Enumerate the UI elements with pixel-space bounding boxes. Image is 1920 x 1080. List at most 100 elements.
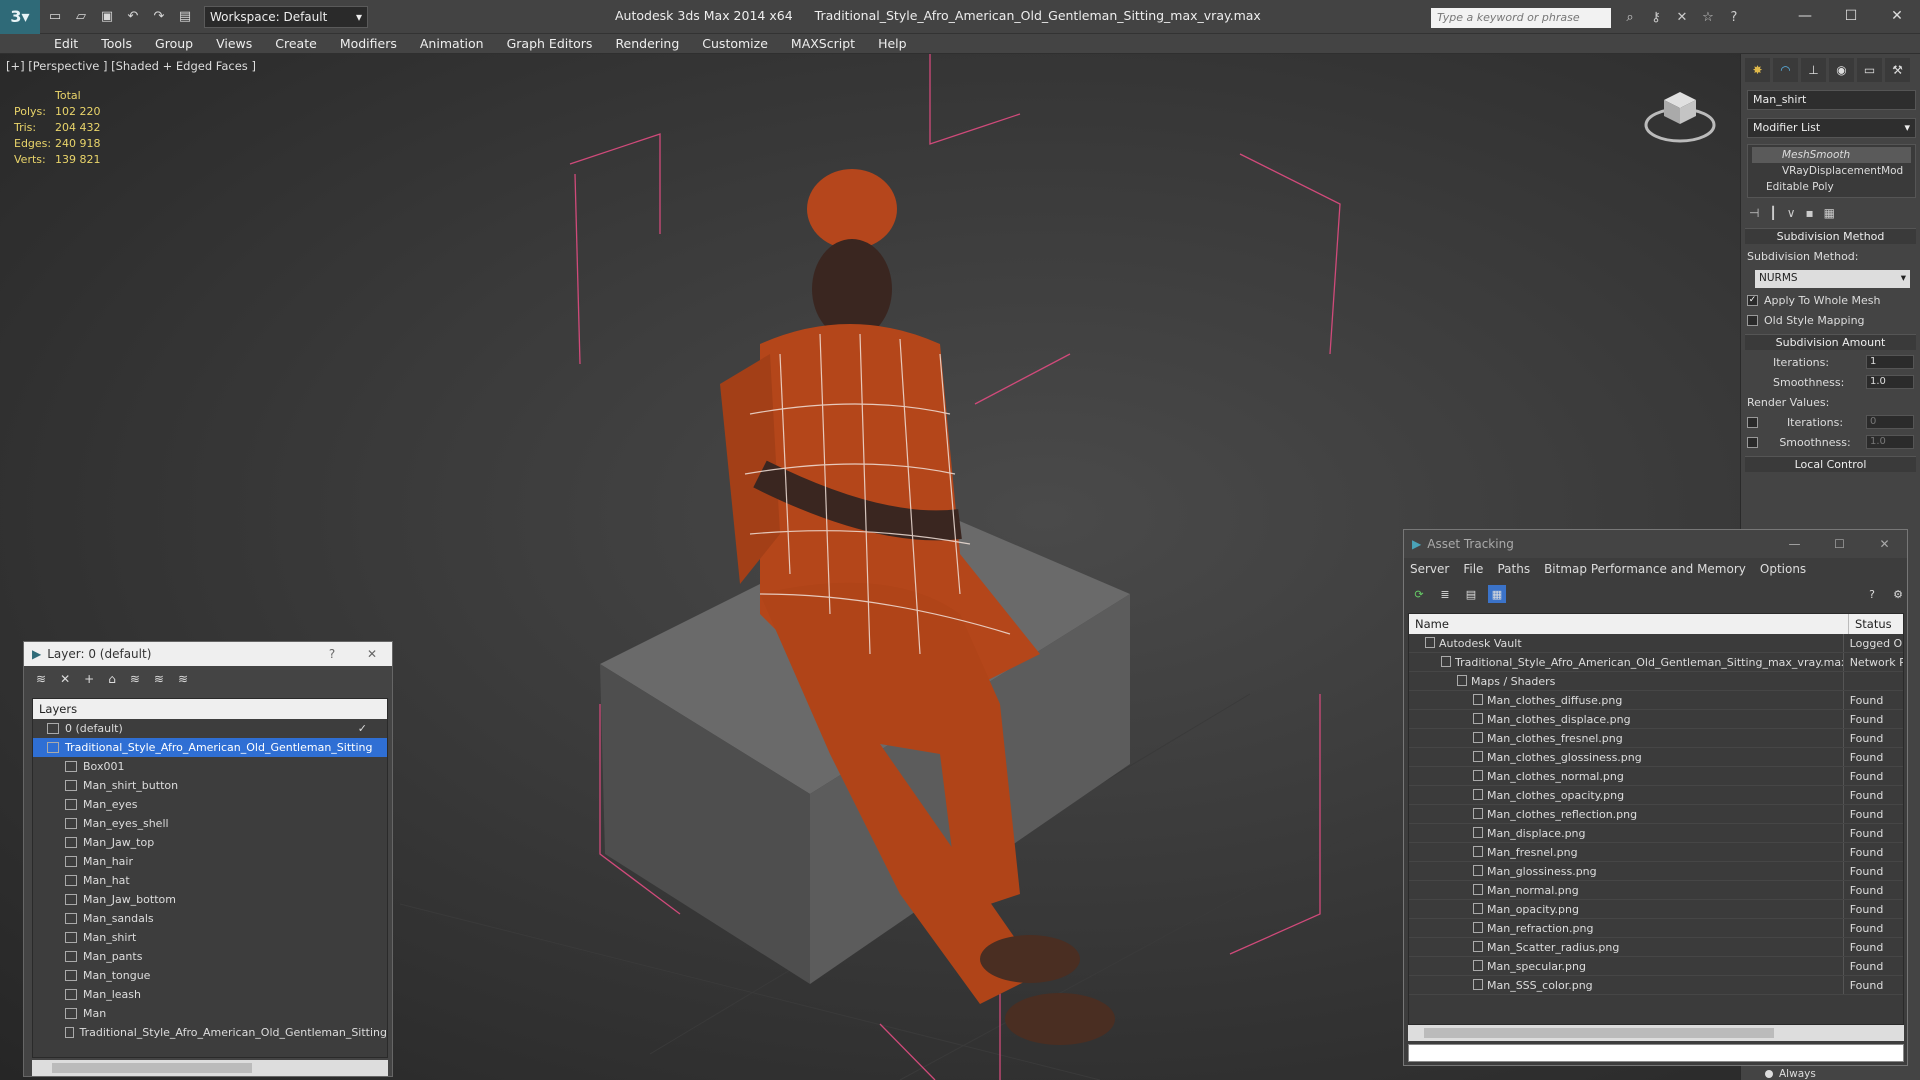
delete-layer-icon[interactable]: ✕ [60,672,70,686]
scrollbar-thumb[interactable] [52,1063,252,1073]
asset-row[interactable]: Man_clothes_fresnel.png Found [1409,729,1903,748]
asset-window-titlebar[interactable]: ▶ Asset Tracking — ☐ ✕ [1404,530,1907,558]
hide-all-icon[interactable]: ≋ [154,672,164,686]
close-icon[interactable]: ✕ [1874,0,1920,32]
layer-row[interactable]: Man_tongue [33,966,387,985]
render-smoothness-checkbox[interactable] [1747,436,1758,448]
asset-menu-file[interactable]: File [1463,562,1483,576]
old-style-mapping-checkbox[interactable] [1747,314,1758,326]
layer-row[interactable]: Man_eyes [33,795,387,814]
layer-row[interactable]: Man_leash [33,985,387,1004]
smoothness-spinner[interactable]: 1.0 [1866,375,1914,389]
scrollbar-thumb[interactable] [1424,1028,1774,1038]
open-file-icon[interactable]: ▱ [70,6,92,28]
modifier-stack-item[interactable]: Editable Poly [1752,179,1911,195]
redo-icon[interactable]: ↷ [148,6,170,28]
pin-stack-icon[interactable]: ⊣ [1749,206,1759,220]
binoculars-icon[interactable]: ⌕ [1620,7,1640,27]
old-style-mapping-row[interactable]: Old Style Mapping [1747,312,1914,328]
close-icon[interactable]: ✕ [1862,537,1907,551]
motion-tab-icon[interactable]: ◉ [1829,58,1854,82]
layer-horizontal-scrollbar[interactable] [32,1060,388,1076]
layer-row[interactable]: Man_pants [33,947,387,966]
subdivision-amount-rollout[interactable]: Subdivision Amount [1745,334,1916,350]
asset-menu-options[interactable]: Options [1760,562,1806,576]
menu-item-customize[interactable]: Customize [702,34,768,53]
app-logo-icon[interactable]: 3▾ [0,0,40,34]
select-objects-icon[interactable]: ⌂ [108,672,116,686]
status-column-header[interactable]: Status [1849,614,1892,634]
help-icon[interactable]: ? [1724,7,1744,27]
utilities-tab-icon[interactable]: ⚒ [1885,58,1910,82]
layer-row[interactable]: Traditional_Style_Afro_American_Old_Gent… [33,738,387,757]
search-input[interactable]: Type a keyword or phrase [1431,8,1611,28]
subdivision-method-rollout[interactable]: Subdivision Method [1745,228,1916,244]
layer-row[interactable]: Man_hair [33,852,387,871]
thumbnail-view-icon[interactable]: ▤ [1462,585,1480,603]
help-icon[interactable]: ? [1863,585,1881,603]
modifier-stack[interactable]: MeshSmooth VRayDisplacementMod Editable Po… [1747,144,1916,198]
asset-row[interactable]: Maps / Shaders [1409,672,1903,691]
maximize-icon[interactable]: ☐ [1828,0,1874,32]
modifier-stack-item[interactable]: VRayDisplacementMod [1752,163,1911,179]
asset-row[interactable]: Man_clothes_opacity.png Found [1409,786,1903,805]
asset-row[interactable]: Man_clothes_displace.png Found [1409,710,1903,729]
render-smoothness-spinner[interactable]: 1.0 [1865,435,1914,449]
menu-item-views[interactable]: Views [216,34,252,53]
asset-menu-server[interactable]: Server [1410,562,1449,576]
new-file-icon[interactable]: ▭ [44,6,66,28]
menu-item-edit[interactable]: Edit [54,34,78,53]
menu-item-help[interactable]: Help [878,34,907,53]
asset-row[interactable]: Man_clothes_glossiness.png Found [1409,748,1903,767]
minimize-icon[interactable]: — [1782,0,1828,32]
layer-row[interactable]: Man_hat [33,871,387,890]
menu-item-modifiers[interactable]: Modifiers [340,34,397,53]
minimize-icon[interactable]: — [1772,537,1817,551]
create-tab-icon[interactable]: ✸ [1745,58,1770,82]
project-folder-icon[interactable]: ▤ [174,6,196,28]
iterations-spinner[interactable]: 1 [1866,355,1914,369]
apply-whole-mesh-row[interactable]: ✓ Apply To Whole Mesh [1747,292,1914,308]
asset-row[interactable]: Man_refraction.png Found [1409,919,1903,938]
layer-window-titlebar[interactable]: ▶ Layer: 0 (default)? ✕ [24,642,392,666]
render-iterations-spinner[interactable]: 0 [1865,415,1914,429]
asset-row[interactable]: Man_clothes_normal.png Found [1409,767,1903,786]
list-view-icon[interactable]: ≣ [1436,585,1454,603]
close-icon[interactable]: ✕ [352,647,392,661]
x-icon[interactable]: ✕ [1672,7,1692,27]
menu-item-tools[interactable]: Tools [101,34,132,53]
remove-modifier-icon[interactable]: ▪ [1805,206,1813,220]
object-name-field[interactable]: Man_shirt [1747,90,1916,110]
layer-row[interactable]: 0 (default) ✓ [33,719,387,738]
hierarchy-tab-icon[interactable]: ⊥ [1801,58,1826,82]
asset-row[interactable]: Traditional_Style_Afro_American_Old_Gent… [1409,653,1903,672]
layers-column-header[interactable]: Layers [33,699,387,719]
menu-item-maxscript[interactable]: MAXScript [791,34,855,53]
asset-row[interactable]: Man_clothes_diffuse.png Found [1409,691,1903,710]
layer-row[interactable]: Man_Jaw_top [33,833,387,852]
asset-row[interactable]: Man_Scatter_radius.png Found [1409,938,1903,957]
modify-tab-icon[interactable]: ◠ [1773,58,1798,82]
layer-row[interactable]: Man_sandals [33,909,387,928]
always-radio[interactable] [1765,1070,1773,1078]
asset-row[interactable]: Autodesk Vault Logged Ou [1409,634,1903,653]
table-view-icon[interactable]: ▦ [1488,585,1506,603]
asset-menu-bitmap-performance-and-memory[interactable]: Bitmap Performance and Memory [1544,562,1746,576]
save-icon[interactable]: ▣ [96,6,118,28]
layer-row[interactable]: Man_shirt_button [33,776,387,795]
key-icon[interactable]: ⚷ [1646,7,1666,27]
layer-row[interactable]: Man [33,1004,387,1023]
asset-row[interactable]: Man_displace.png Found [1409,824,1903,843]
asset-row[interactable]: Man_specular.png Found [1409,957,1903,976]
configure-sets-icon[interactable]: ▦ [1824,206,1835,220]
display-tab-icon[interactable]: ▭ [1857,58,1882,82]
add-to-layer-icon[interactable]: + [84,672,94,686]
asset-horizontal-scrollbar[interactable] [1408,1025,1904,1041]
settings-icon[interactable]: ⚙ [1889,585,1907,603]
layer-row[interactable]: Man_eyes_shell [33,814,387,833]
local-control-rollout[interactable]: Local Control [1745,456,1916,472]
refresh-icon[interactable]: ⟳ [1410,585,1428,603]
create-layer-icon[interactable]: ≋ [36,672,46,686]
menu-item-rendering[interactable]: Rendering [615,34,679,53]
menu-item-graph-editors[interactable]: Graph Editors [507,34,593,53]
